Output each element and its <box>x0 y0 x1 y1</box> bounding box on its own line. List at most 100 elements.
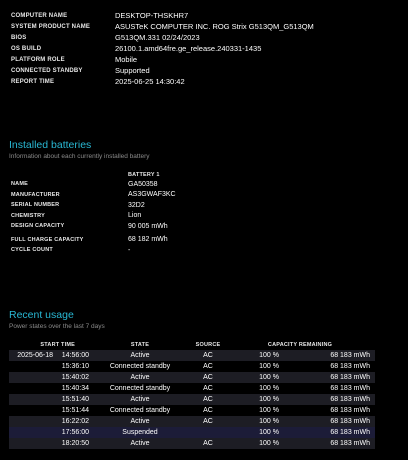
usage-time: 15:51:44 <box>53 405 89 416</box>
usage-state: Connected standby <box>89 361 191 372</box>
battery-info-row-value: - <box>128 246 131 254</box>
usage-percent: 100 % <box>225 350 279 361</box>
system-info-row: BIOS G513QM.331 02/24/2023 <box>11 32 314 43</box>
battery-info-table: NAME GA50358 MANUFACTURER AS3GWAF3KC SERIAL … <box>11 179 176 256</box>
usage-percent: 100 % <box>225 405 279 416</box>
header-source: SOURCE <box>195 342 221 348</box>
usage-state: Suspended <box>89 427 191 438</box>
battery-info-row-label: CYCLE COUNT <box>11 247 53 254</box>
system-info-row-label: REPORT TIME <box>11 78 55 85</box>
battery-info-row: FULL CHARGE CAPACITY 68 182 mWh <box>11 232 176 246</box>
usage-row: 15:40:34 Connected standby AC 100 % 68 183 m… <box>9 383 375 394</box>
usage-percent: 100 % <box>225 361 279 372</box>
usage-row: 2025-06-18 14:56:00 Active AC 100 % 68 183 mW… <box>9 350 375 361</box>
recent-usage-header-row: START TIME STATE SOURCE CAPACITY REMAINI… <box>9 340 375 350</box>
battery-info-row: DESIGN CAPACITY 90 005 mWh <box>11 221 176 232</box>
usage-capacity: 68 183 mWh <box>279 427 375 438</box>
usage-percent: 100 % <box>225 383 279 394</box>
usage-state: Connected standby <box>89 405 191 416</box>
usage-capacity: 68 183 mWh <box>279 438 375 449</box>
usage-capacity: 68 183 mWh <box>279 383 375 394</box>
battery-info-row: MANUFACTURER AS3GWAF3KC <box>11 190 176 201</box>
system-info-row-label: COMPUTER NAME <box>11 12 68 19</box>
usage-capacity: 68 183 mWh <box>279 394 375 405</box>
installed-batteries-title: Installed batteries <box>9 139 92 151</box>
usage-source: AC <box>191 438 225 449</box>
system-info-row-value: ASUSTeK COMPUTER INC. ROG Strix G513QM_G… <box>115 22 314 31</box>
usage-capacity: 68 183 mWh <box>279 350 375 361</box>
battery-info-row-value: 68 182 mWh <box>128 236 168 244</box>
system-info-row-label: BIOS <box>11 34 27 41</box>
system-info-row-label: OS BUILD <box>11 45 42 52</box>
recent-usage-title: Recent usage <box>9 309 74 321</box>
usage-row: 15:40:02 Active AC 100 % 68 183 mWh <box>9 372 375 383</box>
usage-source: AC <box>191 372 225 383</box>
usage-source: AC <box>191 350 225 361</box>
system-info-row: REPORT TIME 2025-06-25 14:30:42 <box>11 76 314 87</box>
usage-date <box>9 405 53 416</box>
battery-info-row: NAME GA50358 <box>11 179 176 190</box>
usage-state: Active <box>89 416 191 427</box>
usage-percent: 100 % <box>225 372 279 383</box>
battery-info-row-label: DESIGN CAPACITY <box>11 223 65 230</box>
battery-info-row-label: NAME <box>11 181 28 188</box>
usage-time: 15:40:34 <box>53 383 89 394</box>
installed-batteries-subtitle: Information about each currently install… <box>9 153 150 160</box>
system-info-row: COMPUTER NAME DESKTOP-THSKHR7 <box>11 10 314 21</box>
usage-time: 15:36:10 <box>53 361 89 372</box>
system-info-row-value: 2025-06-25 14:30:42 <box>115 77 185 86</box>
battery-info-row: SERIAL NUMBER 32D2 <box>11 200 176 211</box>
usage-date <box>9 383 53 394</box>
battery-info-row-value: Lion <box>128 212 142 220</box>
battery-info-row-value: AS3GWAF3KC <box>128 191 176 199</box>
usage-percent: 100 % <box>225 394 279 405</box>
usage-row: 15:51:40 Active AC 100 % 68 183 mWh <box>9 394 375 405</box>
usage-source: AC <box>191 416 225 427</box>
system-info-row: CONNECTED STANDBY Supported <box>11 65 314 76</box>
system-info-row-label: SYSTEM PRODUCT NAME <box>11 23 91 30</box>
usage-date <box>9 438 53 449</box>
usage-state: Connected standby <box>89 383 191 394</box>
system-info-row: OS BUILD 26100.1.amd64fre.ge_release.2403… <box>11 43 314 54</box>
usage-date: 2025-06-18 <box>9 350 53 361</box>
system-info-row-value: G513QM.331 02/24/2023 <box>115 33 200 42</box>
battery-info-row-label: FULL CHARGE CAPACITY <box>11 236 84 243</box>
system-info-row-value: Mobile <box>115 55 138 64</box>
usage-date <box>9 416 53 427</box>
header-state: STATE <box>130 342 150 348</box>
usage-date <box>9 372 53 383</box>
header-capacity-remaining: CAPACITY REMAINING <box>267 342 333 348</box>
battery-info-row: CYCLE COUNT - <box>11 245 176 256</box>
usage-source: AC <box>191 383 225 394</box>
usage-time: 18:20:50 <box>53 438 89 449</box>
usage-time: 14:56:00 <box>53 350 89 361</box>
usage-percent: 100 % <box>225 438 279 449</box>
usage-date <box>9 361 53 372</box>
system-info-row-value: Supported <box>115 66 150 75</box>
usage-row: 15:51:44 Connected standby AC 100 % 68 183 m… <box>9 405 375 416</box>
usage-capacity: 68 183 mWh <box>279 405 375 416</box>
battery-info-row: CHEMISTRY Lion <box>11 211 176 222</box>
usage-percent: 100 % <box>225 416 279 427</box>
usage-time: 15:40:02 <box>53 372 89 383</box>
battery-column-header: BATTERY 1 <box>128 172 160 178</box>
system-info-row-label: PLATFORM ROLE <box>11 56 65 63</box>
battery-info-row-label: MANUFACTURER <box>11 191 60 198</box>
usage-source: AC <box>191 361 225 372</box>
battery-info-row-value: 90 005 mWh <box>128 222 168 230</box>
system-info-row: PLATFORM ROLE Mobile <box>11 54 314 65</box>
usage-row: 18:20:50 Active AC 100 % 68 183 mWh <box>9 438 375 449</box>
battery-info-row-label: SERIAL NUMBER <box>11 202 60 209</box>
usage-row: 17:56:00 Suspended 100 % 68 183 mWh <box>9 427 375 438</box>
usage-state: Active <box>89 372 191 383</box>
usage-time: 17:56:00 <box>53 427 89 438</box>
system-info-row: SYSTEM PRODUCT NAME ASUSTeK COMPUTER INC.… <box>11 21 314 32</box>
usage-state: Active <box>89 350 191 361</box>
usage-time: 16:22:02 <box>53 416 89 427</box>
usage-source: AC <box>191 405 225 416</box>
usage-date <box>9 394 53 405</box>
usage-time: 15:51:40 <box>53 394 89 405</box>
recent-usage-table: START TIME STATE SOURCE CAPACITY REMAINI… <box>9 340 375 449</box>
usage-source <box>191 427 225 438</box>
usage-capacity: 68 183 mWh <box>279 372 375 383</box>
